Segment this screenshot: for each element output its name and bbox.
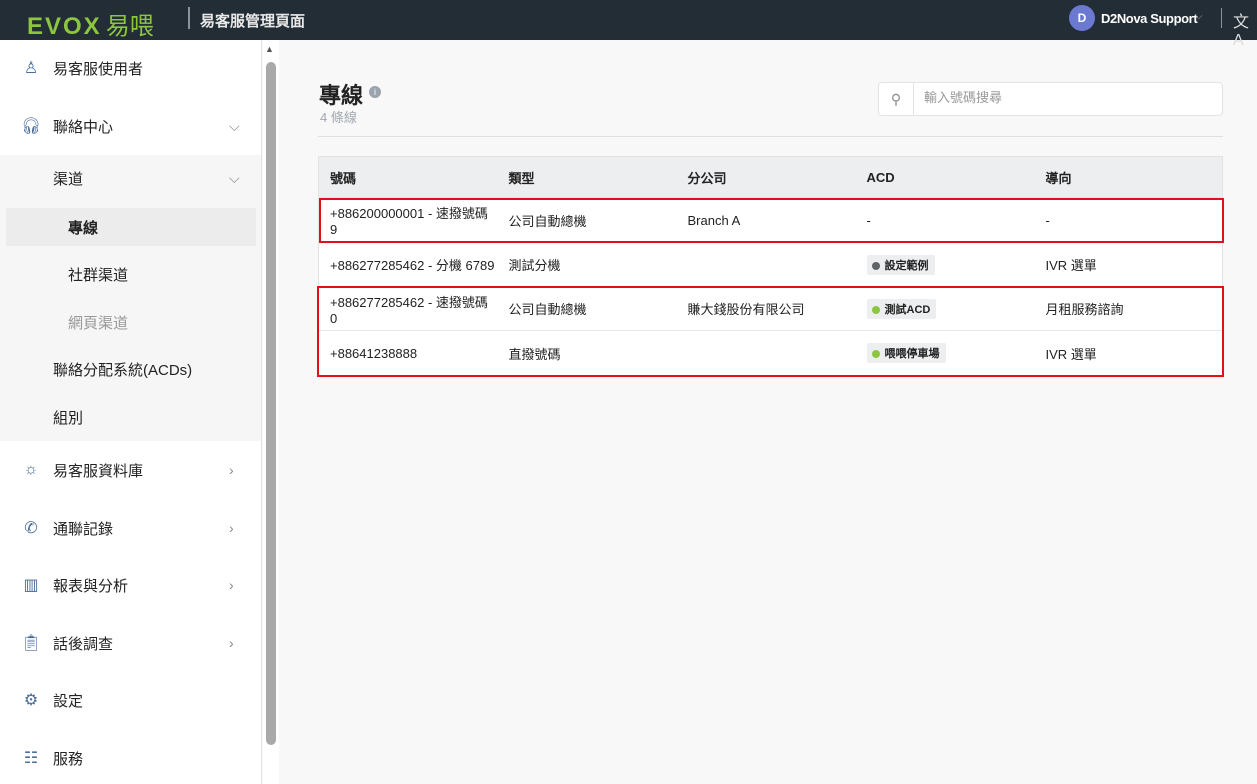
- acd-badge: 設定範例: [866, 254, 935, 275]
- chevron-right-icon: ›: [229, 635, 234, 651]
- search-box: ⚲: [878, 82, 1223, 116]
- cell-number: +886277285462 - 分機 6789: [318, 242, 498, 287]
- user-icon: ♙: [23, 60, 39, 77]
- sidebar-item-users[interactable]: ♙ 易客服使用者: [0, 48, 261, 88]
- cell-route: IVR 選單: [1034, 242, 1223, 287]
- top-bar: EVOX 易喂 易客服管理頁面 D D2Nova Support ⌵ 文A: [0, 0, 1257, 49]
- chevron-right-icon: ›: [229, 520, 234, 536]
- info-icon[interactable]: i: [369, 86, 381, 98]
- column-header-type[interactable]: 類型: [497, 156, 677, 198]
- evox-logo[interactable]: EVOX 易喂: [27, 6, 154, 41]
- sidebar-item-acds[interactable]: 聯絡分配系統(ACDs): [0, 349, 261, 389]
- divider: [188, 7, 190, 29]
- sidebar-item-knowledge-base[interactable]: ☼ 易客服資料庫 ›: [0, 450, 261, 490]
- clipboard-icon: 📋︎: [20, 635, 42, 652]
- search-input[interactable]: [924, 90, 1204, 105]
- sidebar-item-web-channels[interactable]: 網頁渠道: [0, 302, 261, 342]
- column-header-branch[interactable]: 分公司: [676, 156, 856, 198]
- chevron-down-icon[interactable]: ⌵: [1195, 11, 1203, 22]
- bar-chart-icon: ▥: [23, 577, 39, 594]
- line-count: 4 條線: [320, 110, 357, 125]
- search-icon: ⚲: [879, 83, 914, 115]
- sidebar-item-reports[interactable]: ▥ 報表與分析 ›: [0, 565, 261, 605]
- page-title: 專線: [319, 83, 364, 108]
- column-header-route[interactable]: 導向: [1034, 156, 1223, 198]
- highlight-box: [319, 198, 1224, 243]
- translate-icon[interactable]: 文A: [1233, 8, 1257, 50]
- sidebar-item-groups[interactable]: 組別: [0, 397, 261, 437]
- list-icon: ☷: [23, 750, 39, 767]
- chevron-right-icon: ›: [229, 577, 234, 593]
- chevron-right-icon: ›: [229, 462, 234, 478]
- avatar[interactable]: D: [1069, 5, 1095, 31]
- sidebar: ♙ 易客服使用者 🎧︎ 聯絡中心 ⌵ 渠道 ⌵ 專線 社群渠道 網頁渠道 聯絡分配系統(…: [0, 40, 262, 784]
- status-dot-icon: [871, 261, 880, 270]
- column-header-acd[interactable]: ACD: [855, 156, 1035, 198]
- user-menu[interactable]: D2Nova Support: [1101, 11, 1198, 26]
- scrollbar-thumb[interactable]: [266, 62, 276, 745]
- headset-icon: 🎧︎: [20, 118, 42, 135]
- cell-branch: [676, 242, 856, 287]
- divider: [1221, 8, 1222, 28]
- chevron-down-icon: ⌵: [229, 117, 240, 134]
- sidebar-item-surveys[interactable]: 📋︎ 話後調查 ›: [0, 623, 261, 663]
- lightbulb-icon: ☼: [23, 461, 39, 478]
- sidebar-item-channels[interactable]: 渠道 ⌵: [0, 158, 261, 198]
- app-title: 易客服管理頁面: [200, 13, 306, 30]
- sidebar-item-call-logs[interactable]: ✆ 通聯記錄 ›: [0, 508, 261, 548]
- scroll-up-icon[interactable]: ▲: [265, 44, 274, 54]
- highlight-box: [317, 286, 1224, 377]
- sidebar-item-settings[interactable]: ⚙ 設定: [0, 680, 261, 720]
- sidebar-item-contact-center[interactable]: 🎧︎ 聯絡中心 ⌵: [0, 106, 261, 146]
- sidebar-item-social-channels[interactable]: 社群渠道: [0, 254, 261, 294]
- gear-icon: ⚙: [23, 692, 39, 709]
- acd-label: 設定範例: [884, 259, 929, 272]
- table-header: 號碼 類型 分公司 ACD 導向: [318, 156, 1223, 198]
- cell-type: 測試分機: [497, 242, 677, 287]
- sidebar-item-services[interactable]: ☷ 服務: [0, 738, 261, 778]
- sidebar-item-lines[interactable]: 專線: [6, 208, 256, 246]
- column-header-number[interactable]: 號碼: [318, 156, 498, 198]
- table-row[interactable]: +886277285462 - 分機 6789 測試分機 設定範例 IVR 選單: [318, 242, 1223, 287]
- divider: [318, 136, 1223, 137]
- chevron-down-icon: ⌵: [229, 169, 240, 186]
- cell-acd: 設定範例: [855, 242, 1035, 287]
- phone-log-icon: ✆: [24, 520, 38, 537]
